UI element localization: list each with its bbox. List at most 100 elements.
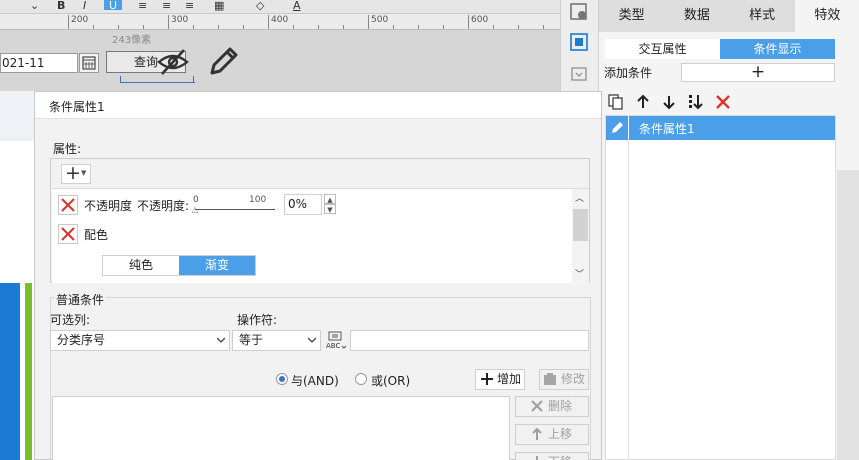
opacity-value-input[interactable]: 0%	[284, 194, 322, 215]
delete-button-label: 删除	[548, 399, 573, 413]
modify-button-label: 修改	[561, 372, 586, 386]
align-left-icon[interactable]: ≡	[138, 0, 147, 11]
remove-color-button[interactable]	[58, 224, 78, 244]
calendar-button[interactable]	[79, 53, 99, 73]
panel-tabs: 类型 数据 样式 特效	[599, 0, 859, 32]
italic-icon[interactable]: I	[83, 0, 86, 11]
normal-conditions-title: 普通条件	[54, 291, 107, 308]
tab-style[interactable]: 样式	[730, 0, 795, 32]
chart-bar-green	[25, 283, 32, 460]
remove-opacity-button[interactable]	[58, 195, 78, 215]
selection-guide	[120, 82, 195, 83]
dialog-title: 条件属性1	[49, 100, 105, 114]
and-radio[interactable]	[276, 373, 288, 385]
ruler-label: 500	[371, 15, 389, 25]
close-icon	[61, 227, 75, 241]
value-type-icon[interactable]: ABC	[325, 330, 347, 351]
subtab-conditional-display[interactable]: 条件显示	[720, 39, 835, 59]
condition-value-input[interactable]	[350, 330, 589, 351]
ruler-label: 400	[271, 15, 289, 25]
move-up-button-label: 上移	[548, 427, 573, 441]
fill-color-icon[interactable]: ◇	[256, 0, 264, 11]
calendar-icon	[82, 56, 96, 70]
component-settings-icon[interactable]	[569, 2, 589, 22]
operator-select[interactable]: 等于	[232, 330, 321, 351]
move-down-button-label: 下移	[548, 453, 572, 460]
condition-name: 条件属性1	[639, 122, 695, 136]
panel-scrollbar[interactable]	[837, 90, 859, 460]
scroll-up-icon[interactable]: ︿	[575, 191, 584, 204]
delete-icon	[531, 400, 543, 412]
property-scrollbar[interactable]: ︿ ﹀	[572, 189, 589, 284]
condition-attribute-dialog: 条件属性1 属性: + ▼ 不透明度 不透明度: 0 100 △ 0% ▲ ▼ …	[34, 91, 602, 460]
format-toolbar: ⌄ B I U ≡ ≡ ≡ ▦ ◇ A	[0, 0, 560, 14]
eye-hidden-icon[interactable]	[156, 47, 190, 77]
plus-icon	[481, 373, 493, 385]
cell-attribute-icon[interactable]	[569, 32, 589, 52]
ruler-label: 300	[171, 15, 189, 25]
move-up-button[interactable]: 上移	[515, 424, 589, 445]
slider-min-label: 0	[193, 195, 199, 205]
effect-subtabs: 交互属性 条件显示	[605, 39, 835, 59]
condition-list: 条件属性1	[605, 115, 836, 460]
and-label: 与(AND)	[291, 374, 339, 388]
column-label: 可选列:	[50, 313, 91, 327]
horizontal-ruler: 200 300 400 500 600	[0, 14, 560, 30]
border-icon[interactable]: ▦	[214, 0, 224, 11]
property-list: 不透明度 不透明度: 0 100 △ 0% ▲ ▼ 配色 纯色 渐变 ︿ ﹀	[52, 188, 589, 284]
widget-icon[interactable]	[569, 64, 589, 84]
fill-gradient-option[interactable]: 渐变	[179, 256, 255, 275]
add-button[interactable]: 增加	[475, 369, 525, 390]
align-center-icon[interactable]: ≡	[162, 0, 171, 11]
plus-icon: +	[65, 162, 81, 184]
font-color-icon[interactable]: A	[293, 0, 301, 11]
arrow-down-icon[interactable]	[660, 93, 678, 111]
chart-bar-blue	[0, 283, 20, 460]
properties-label: 属性:	[53, 142, 82, 156]
tab-type[interactable]: 类型	[599, 0, 664, 32]
add-property-button[interactable]: + ▼	[61, 162, 91, 184]
spin-up-icon[interactable]: ▲	[324, 194, 336, 204]
modify-button[interactable]: 修改	[539, 369, 589, 390]
fill-type-selector: 纯色 渐变	[102, 255, 256, 276]
bold-icon[interactable]: B	[57, 0, 65, 11]
arrow-up-icon[interactable]	[634, 93, 652, 111]
chevron-down-icon	[308, 337, 316, 343]
opacity-slider-track[interactable]	[195, 209, 275, 210]
opacity-spinner[interactable]: ▲ ▼	[324, 194, 336, 215]
underline-icon[interactable]: U	[104, 0, 122, 11]
scroll-down-icon[interactable]: ﹀	[575, 267, 584, 280]
tab-data[interactable]: 数据	[664, 0, 729, 32]
ruler-label: 200	[71, 15, 89, 25]
dropdown-icon[interactable]: ⌄	[30, 0, 39, 11]
column-select[interactable]: 分类序号	[50, 330, 230, 351]
move-down-button[interactable]: 下移	[515, 452, 589, 460]
chevron-down-icon	[217, 337, 225, 343]
opacity-slider-handle[interactable]: △	[192, 205, 198, 214]
slider-max-label: 100	[249, 195, 267, 205]
move-to-bottom-icon[interactable]	[687, 93, 705, 111]
list-item[interactable]: 条件属性1	[606, 116, 835, 140]
spin-down-icon[interactable]: ▼	[324, 204, 336, 214]
modify-icon	[544, 373, 556, 385]
opacity-label: 不透明度	[84, 199, 133, 213]
or-radio[interactable]	[355, 373, 367, 385]
delete-button[interactable]: 删除	[515, 396, 589, 417]
date-input[interactable]: 021-11	[0, 53, 78, 73]
svg-text:ABC: ABC	[326, 342, 340, 350]
dimension-label: 243像素	[112, 35, 152, 46]
subtab-interaction[interactable]: 交互属性	[605, 39, 720, 59]
operator-select-value: 等于	[239, 333, 264, 347]
add-condition-button[interactable]: +	[681, 63, 835, 82]
add-button-label: 增加	[497, 372, 522, 386]
edit-icon[interactable]	[610, 120, 625, 135]
tab-effects[interactable]: 特效	[794, 0, 859, 32]
copy-icon[interactable]	[607, 93, 625, 111]
pencil-icon[interactable]	[206, 45, 240, 77]
condition-expression-box[interactable]	[52, 396, 510, 460]
properties-area: + ▼ 不透明度 不透明度: 0 100 △ 0% ▲ ▼ 配色 纯色 渐变 ︿…	[50, 158, 590, 284]
fill-solid-option[interactable]: 纯色	[103, 256, 179, 275]
delete-icon[interactable]	[714, 93, 732, 111]
dialog-title-bar: 条件属性1	[35, 92, 601, 119]
align-right-icon[interactable]: ≡	[185, 0, 194, 11]
